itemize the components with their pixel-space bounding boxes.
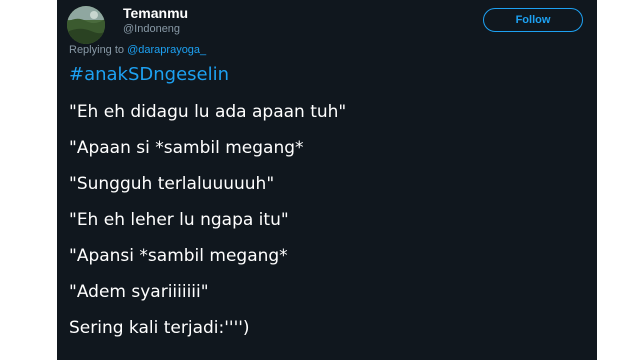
replying-to-label: Replying to [69,44,125,56]
tweet-body: #anakSDngeselin "Eh eh didagu lu ada apa… [69,60,589,346]
tweet-text-line: "Adem syariiiiiii" [69,282,209,302]
tweet-text-line: "Apaan si *sambil megang* [69,138,304,158]
profile-photo-icon [67,6,105,44]
follow-button[interactable]: Follow [483,8,583,32]
tweet-card: Temanmu @Indoneng Follow Replying to @da… [57,0,597,360]
username[interactable]: @Indoneng [123,23,180,35]
tweet-text-line: "Eh eh didagu lu ada apaan tuh" [69,102,347,122]
hashtag-link[interactable]: #anakSDngeselin [69,60,589,90]
tweet-text-line: Sering kali terjadi:'''') [69,318,250,338]
tweet-text-line: "Sungguh terlaluuuuuh" [69,174,275,194]
replying-to-mention[interactable]: @daraprayoga_ [127,44,206,56]
tweet-text-line: "Apansi *sambil megang* [69,246,288,266]
tweet-text-line: "Eh eh leher lu ngapa itu" [69,210,289,230]
reply-context: Replying to @daraprayoga_ [69,44,206,56]
avatar[interactable] [67,6,105,44]
display-name[interactable]: Temanmu [123,5,188,21]
